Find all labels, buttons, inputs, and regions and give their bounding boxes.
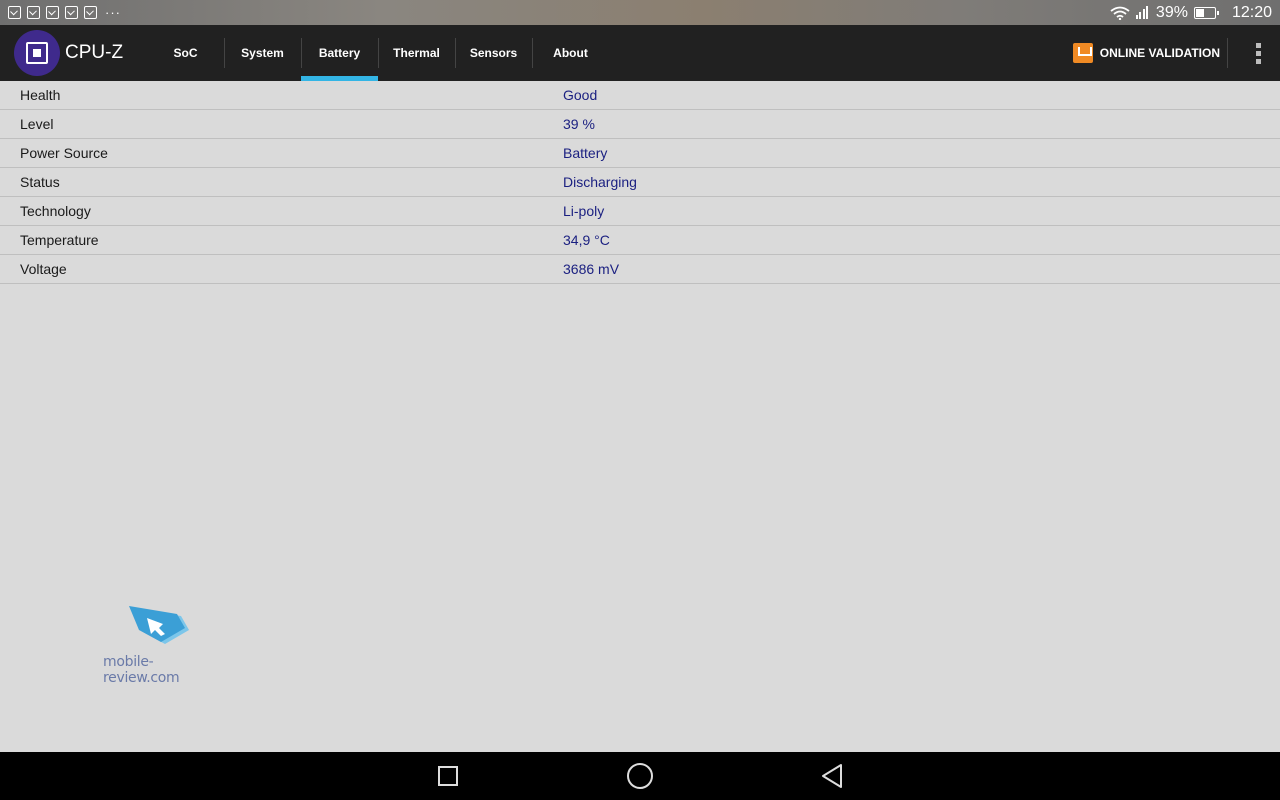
- row-label: Power Source: [20, 145, 108, 161]
- row-label: Level: [20, 116, 54, 132]
- tab-sensors[interactable]: Sensors: [455, 25, 532, 81]
- table-row: Health Good: [0, 81, 1280, 110]
- row-value: 3686 mV: [563, 261, 620, 277]
- app-title: CPU-Z: [65, 42, 124, 63]
- battery-info-table: Health Good Level 39 % Power Source Batt…: [0, 81, 1280, 284]
- row-label: Technology: [20, 203, 91, 219]
- cpu-z-logo-icon: [14, 30, 60, 76]
- image-icon: [8, 6, 21, 19]
- notification-area: ···: [8, 6, 121, 19]
- overflow-menu-button[interactable]: [1236, 25, 1280, 81]
- online-validation-label: ONLINE VALIDATION: [1099, 46, 1220, 60]
- battery-percent: 39%: [1155, 3, 1188, 21]
- x-app-icon: [27, 6, 40, 19]
- row-label: Health: [20, 87, 61, 103]
- row-value: Battery: [563, 145, 608, 161]
- table-row: Technology Li-poly: [0, 197, 1280, 226]
- recents-button[interactable]: [352, 752, 544, 800]
- clock: 12:20: [1231, 3, 1272, 21]
- check-bag-icon: [46, 6, 59, 19]
- watermark-text: mobile-review.com: [103, 654, 180, 686]
- table-row: Voltage 3686 mV: [0, 255, 1280, 284]
- row-label: Temperature: [20, 232, 99, 248]
- row-value: Good: [563, 87, 598, 103]
- navigation-bar: [0, 752, 1280, 800]
- battery-level-fill: [1195, 8, 1204, 17]
- tab-system[interactable]: System: [224, 25, 301, 81]
- table-row: Power Source Battery: [0, 139, 1280, 168]
- watermark-logo-icon: [129, 606, 189, 644]
- row-value: 34,9 °C: [563, 232, 610, 248]
- more-vert-icon: [1255, 42, 1261, 64]
- home-icon: [627, 763, 653, 789]
- row-label: Status: [20, 174, 60, 190]
- wifi-icon: [1110, 6, 1130, 20]
- tab-battery[interactable]: Battery: [301, 25, 378, 81]
- system-indicators: 39% 12:20: [1110, 4, 1272, 22]
- tab-soc[interactable]: SoC: [147, 25, 224, 81]
- tab-thermal[interactable]: Thermal: [378, 25, 455, 81]
- more-notifications-icon: ···: [105, 5, 121, 20]
- home-button[interactable]: [544, 752, 736, 800]
- back-icon: [822, 764, 842, 788]
- tab-bar: SoC System Battery Thermal Sensors About: [147, 25, 609, 81]
- chip-icon: [26, 42, 48, 64]
- row-value: Discharging: [563, 174, 637, 190]
- watermark: mobile-review.com: [103, 602, 213, 686]
- app-bar: CPU-Z SoC System Battery Thermal Sensors…: [0, 25, 1280, 81]
- validation-icon: [1072, 43, 1093, 63]
- table-row: Status Discharging: [0, 168, 1280, 197]
- check-bag-icon: [84, 6, 97, 19]
- table-row: Temperature 34,9 °C: [0, 226, 1280, 255]
- battery-icon: [1193, 6, 1219, 19]
- back-button[interactable]: [736, 752, 928, 800]
- recents-icon: [438, 766, 458, 786]
- divider: [1227, 38, 1228, 68]
- signal-icon: [1135, 6, 1150, 19]
- row-value: 39 %: [563, 116, 595, 132]
- check-bag-icon: [65, 6, 78, 19]
- table-row: Level 39 %: [0, 110, 1280, 139]
- online-validation-button[interactable]: ONLINE VALIDATION: [1072, 25, 1236, 81]
- tab-about[interactable]: About: [532, 25, 609, 81]
- row-value: Li-poly: [563, 203, 605, 219]
- row-label: Voltage: [20, 261, 67, 277]
- status-bar: ··· 39% 12:20: [0, 0, 1280, 25]
